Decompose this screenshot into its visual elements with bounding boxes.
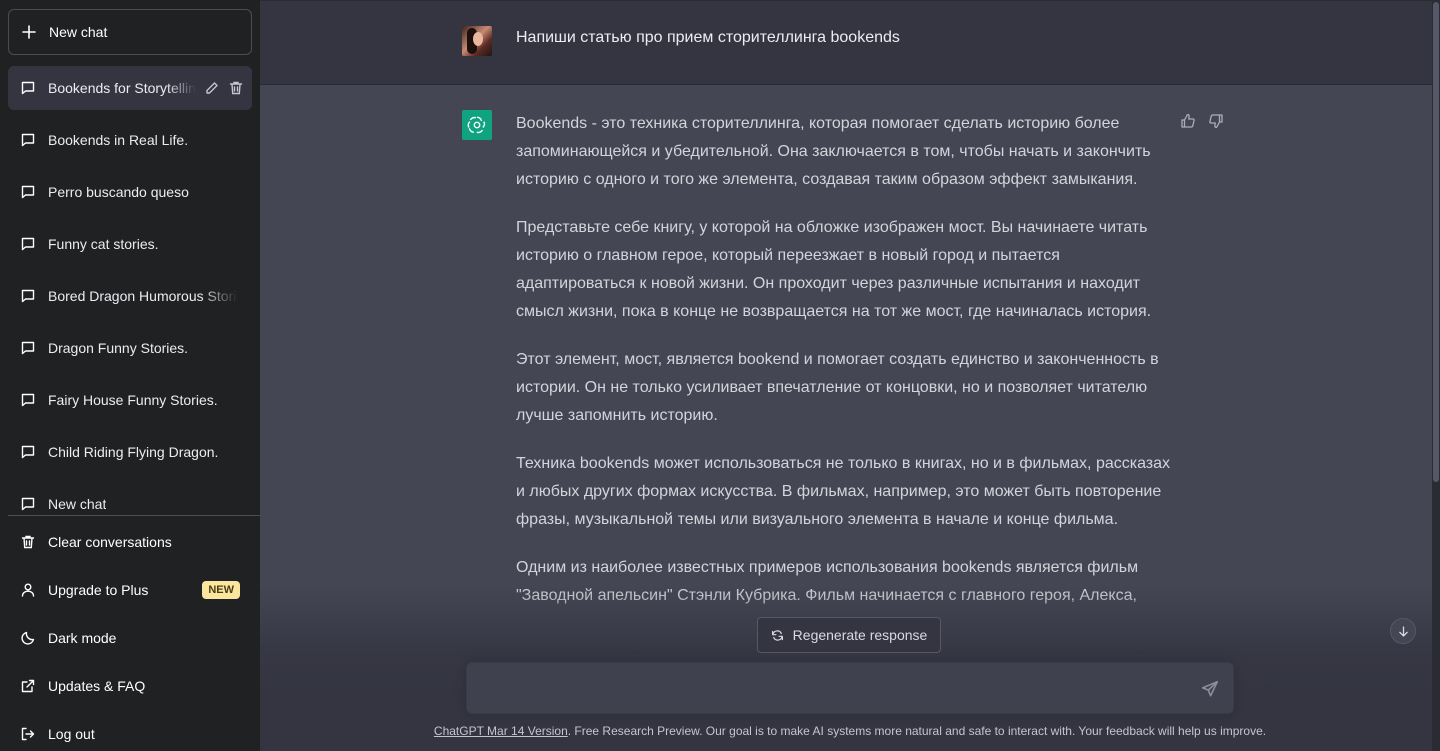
thumbs-down-icon[interactable]	[1208, 113, 1224, 129]
history-item[interactable]: New chat	[8, 482, 252, 516]
history-item-label: Child Riding Flying Dragon.	[48, 444, 219, 460]
trash-icon[interactable]	[228, 80, 244, 96]
sidebar-bottom-menu: Clear conversations Upgrade to Plus NEW …	[8, 518, 252, 751]
footer-text: . Free Research Preview. Our goal is to …	[567, 724, 1267, 738]
user-message-text: Напиши статью про прием сторителлинга bo…	[516, 29, 900, 46]
upgrade-label: Upgrade to Plus	[48, 582, 149, 598]
chat-bubble-icon	[21, 237, 35, 251]
arrow-down-icon	[1398, 625, 1408, 637]
new-badge: NEW	[202, 581, 240, 599]
answer-paragraph: Техника bookends может использоваться не…	[516, 455, 1171, 528]
scroll-to-bottom-button[interactable]	[1390, 618, 1416, 644]
history-item-label: Perro buscando queso	[48, 184, 189, 200]
external-link-icon	[21, 679, 35, 693]
user-avatar	[462, 26, 492, 56]
history-item-label: Bookends in Real Life.	[48, 132, 189, 148]
chat-bubble-icon	[21, 497, 35, 511]
chat-bubble-icon	[21, 289, 35, 303]
chat-bubble-icon	[21, 81, 35, 95]
answer-paragraph: Bookends - это техника сторителлинга, ко…	[516, 115, 1151, 188]
answer-paragraph: Представьте себе книгу, у которой на обл…	[516, 219, 1152, 320]
upgrade-to-plus-button[interactable]: Upgrade to Plus NEW	[8, 566, 252, 614]
new-chat-label: New chat	[49, 24, 108, 40]
thumbs-up-icon[interactable]	[1180, 113, 1196, 129]
chat-bubble-icon	[21, 133, 35, 147]
history-item-label: Funny cat stories.	[48, 236, 159, 252]
chat-history-list: Bookends for Storytelling Bookends in Re…	[8, 66, 252, 516]
history-item[interactable]: Bookends in Real Life.	[8, 118, 252, 162]
clear-conversations-button[interactable]: Clear conversations	[8, 518, 252, 566]
chatgpt-logo-icon	[462, 110, 492, 140]
log-out-label: Log out	[48, 726, 95, 742]
chat-bubble-icon	[21, 185, 35, 199]
history-item[interactable]: Perro buscando queso	[8, 170, 252, 214]
page-scrollbar[interactable]	[1432, 0, 1440, 751]
plus-icon	[22, 25, 36, 39]
history-item-label: Bored Dragon Humorous Stories	[48, 288, 238, 304]
sidebar: New chat Bookends for Storytelling Booke…	[0, 0, 260, 751]
history-item[interactable]: Dragon Funny Stories.	[8, 326, 252, 370]
sidebar-divider	[8, 515, 260, 516]
dark-mode-button[interactable]: Dark mode	[8, 614, 252, 662]
log-out-button[interactable]: Log out	[8, 710, 252, 751]
message-input[interactable]	[483, 677, 1183, 701]
assistant-answer: Bookends - это техника сторителлинга, ко…	[516, 110, 1172, 630]
history-item[interactable]: Bored Dragon Humorous Stories	[8, 274, 252, 318]
chat-bubble-icon	[21, 393, 35, 407]
trash-icon	[21, 535, 35, 549]
chat-main: Напиши статью про прием сторителлинга bo…	[260, 0, 1432, 751]
moon-icon	[21, 631, 35, 645]
footer: ChatGPT Mar 14 Version. Free Research Pr…	[260, 724, 1440, 738]
user-message-row: Напиши статью про прием сторителлинга bo…	[260, 0, 1432, 85]
scrollbar-thumb[interactable]	[1433, 2, 1439, 482]
updates-faq-link[interactable]: Updates & FAQ	[8, 662, 252, 710]
history-item-label: Dragon Funny Stories.	[48, 340, 189, 356]
send-icon[interactable]	[1201, 680, 1219, 698]
history-item-label: Bookends for Storytelling	[48, 80, 196, 96]
message-composer	[466, 662, 1234, 714]
new-chat-button[interactable]: New chat	[8, 9, 252, 55]
chat-bubble-icon	[21, 445, 35, 459]
history-item[interactable]: Child Riding Flying Dragon.	[8, 430, 252, 474]
log-out-icon	[21, 727, 35, 741]
version-link[interactable]: ChatGPT Mar 14 Version	[434, 724, 568, 738]
history-item[interactable]: Funny cat stories.	[8, 222, 252, 266]
answer-paragraph: Этот элемент, мост, является bookend и п…	[516, 351, 1159, 424]
edit-icon[interactable]	[204, 80, 220, 96]
regenerate-response-button[interactable]: Regenerate response	[757, 617, 941, 653]
chat-bubble-icon	[21, 341, 35, 355]
history-item-label: New chat	[48, 496, 107, 512]
updates-label: Updates & FAQ	[48, 678, 146, 694]
history-item-label: Fairy House Funny Stories.	[48, 392, 218, 408]
user-icon	[21, 583, 35, 597]
regenerate-label: Regenerate response	[792, 627, 928, 643]
history-item[interactable]: Bookends for Storytelling	[8, 66, 252, 110]
history-item[interactable]: Fairy House Funny Stories.	[8, 378, 252, 422]
feedback-buttons	[1180, 113, 1224, 129]
refresh-icon	[771, 629, 783, 641]
clear-conversations-label: Clear conversations	[48, 534, 172, 550]
dark-mode-label: Dark mode	[48, 630, 117, 646]
